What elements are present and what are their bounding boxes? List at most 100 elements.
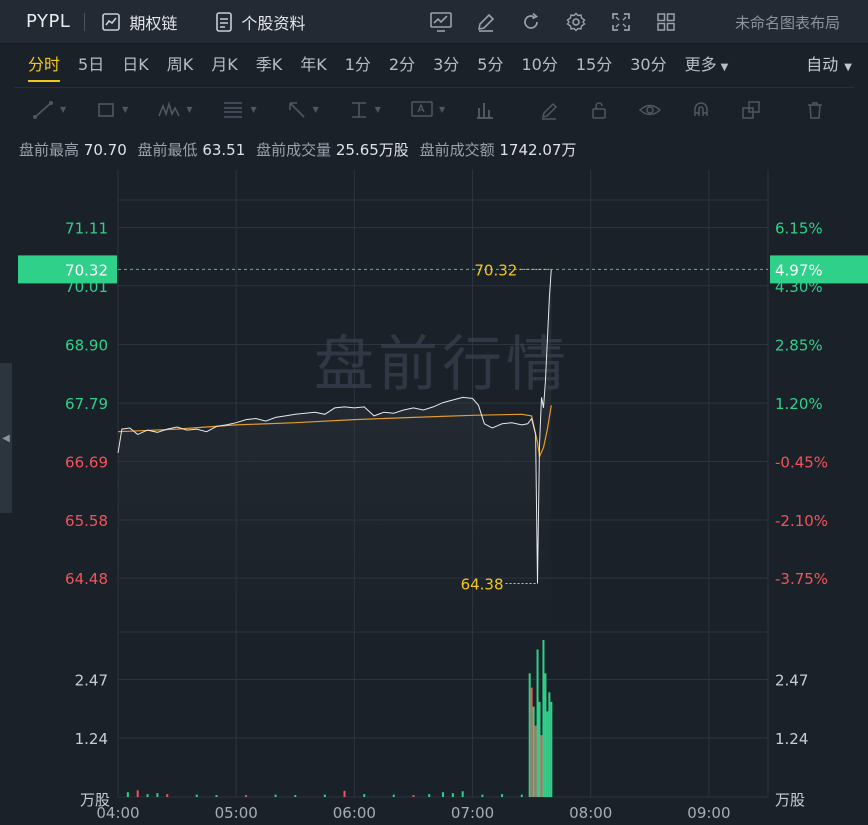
timeframe-tab[interactable]: 分时 <box>28 44 61 86</box>
volume-bar <box>501 794 504 797</box>
wave-pattern-icon <box>158 100 181 117</box>
timeframe-tab[interactable]: 月K <box>211 44 238 86</box>
volume-bar <box>363 794 366 797</box>
text-note-icon <box>411 100 433 117</box>
timeframe-tab-label: 2分 <box>388 55 416 74</box>
eye-icon <box>639 104 662 115</box>
volume-bar <box>520 794 523 797</box>
scale-mode-label: 自动 <box>806 55 839 74</box>
scale-mode-dropdown[interactable]: 自动 ▼ <box>806 44 852 86</box>
timeframe-tab-label: 年K <box>300 55 327 74</box>
timeframe-tab-label: 分时 <box>28 55 61 74</box>
text-tool[interactable]: ▼ <box>411 100 445 120</box>
volume-tick-label: 1.24 <box>75 730 108 748</box>
current-pct-tag: 4.97% <box>775 261 823 279</box>
measure-icon <box>351 101 366 118</box>
timeframe-tab[interactable]: 更多 ▼ <box>685 44 729 86</box>
top-toolbar <box>430 0 700 44</box>
fibonacci-icon <box>224 101 243 118</box>
timeframe-tab-label: 30分 <box>630 55 667 74</box>
arrow-tool[interactable]: ▼ <box>287 100 319 120</box>
timeframe-tab[interactable]: 1分 <box>345 44 371 86</box>
chart-grid <box>117 170 769 798</box>
lock-tool[interactable] <box>589 100 609 120</box>
price-area-fill <box>118 269 552 630</box>
rectangle-icon <box>98 102 114 117</box>
average-price-line <box>117 405 552 459</box>
trash-icon <box>808 101 823 119</box>
volume-bar <box>146 794 149 797</box>
delete-tool[interactable] <box>805 100 825 120</box>
timeframe-tab[interactable]: 10分 <box>521 44 557 86</box>
clone-tool[interactable] <box>741 100 761 120</box>
volume-bar <box>156 793 159 797</box>
percent-tick-label: 6.15% <box>775 220 823 238</box>
price-tick-label: 71.11 <box>65 220 108 238</box>
indicator-chart-icon[interactable] <box>430 11 452 33</box>
bar-pattern-tool[interactable] <box>475 100 495 120</box>
timeframe-tab[interactable]: 3分 <box>433 44 459 86</box>
volume-bar <box>481 794 484 797</box>
timeframe-tab-label: 季K <box>255 55 283 74</box>
draw-pen-icon[interactable] <box>475 11 497 33</box>
price-tick-label: 66.69 <box>65 453 108 471</box>
chevron-left-icon: ◀ <box>2 432 10 444</box>
volume-unit-label: 万股 <box>775 791 805 809</box>
options-chain-button[interactable]: 期权链 <box>101 10 177 34</box>
volume-bar <box>550 701 553 797</box>
price-tick-label: 65.58 <box>65 512 108 530</box>
timeframe-tab[interactable]: 周K <box>167 44 194 86</box>
chart-layout-name[interactable]: 未命名图表布局 <box>735 12 840 33</box>
wave-pattern-tool[interactable]: ▼ <box>158 100 192 120</box>
magnet-tool[interactable] <box>691 100 711 120</box>
grid-layout-icon[interactable] <box>655 11 677 33</box>
premarket-high-label: 盘前最高 <box>19 141 80 159</box>
price-tick-label: 67.79 <box>65 395 108 413</box>
volume-bar <box>536 649 539 797</box>
time-tick-label: 07:00 <box>451 804 494 822</box>
visibility-tool[interactable] <box>639 100 662 120</box>
volume-bar <box>538 701 541 797</box>
time-tick-label: 08:00 <box>569 804 612 822</box>
brush-tool[interactable] <box>539 100 559 120</box>
lock-icon <box>592 101 606 119</box>
stock-profile-label: 个股资料 <box>241 13 306 33</box>
timeframe-tab[interactable]: 日K <box>122 44 149 86</box>
timeframe-tab[interactable]: 2分 <box>389 44 415 86</box>
timeframe-tab-label: 周K <box>166 55 194 74</box>
volume-unit-label: 万股 <box>80 791 110 809</box>
volume-bar <box>274 794 277 797</box>
fibonacci-tool[interactable]: ▼ <box>222 100 257 120</box>
trend-line-tool[interactable]: ▼ <box>32 100 66 120</box>
timeframe-tab-label: 5分 <box>477 55 504 74</box>
percent-tick-label: 2.85% <box>775 336 823 354</box>
volume-bar <box>392 794 395 797</box>
divider <box>84 12 86 31</box>
fullscreen-icon[interactable] <box>610 11 632 33</box>
timeframe-tab[interactable]: 年K <box>300 44 327 86</box>
premarket-turnover-value: 1742.07万 <box>499 141 577 159</box>
refresh-icon[interactable] <box>520 11 542 33</box>
timeframe-tab[interactable]: 30分 <box>630 44 666 86</box>
volume-bar <box>136 790 139 797</box>
bar-pattern-icon <box>477 102 494 119</box>
time-tick-label: 09:00 <box>687 804 730 822</box>
ticker-symbol: PYPL <box>26 11 71 32</box>
volume-bar <box>544 673 547 797</box>
time-tick-label: 06:00 <box>333 804 376 822</box>
price-markers: 70.32 4.97% 70.32 64.38 <box>18 255 868 593</box>
trend-line-icon <box>33 100 53 119</box>
side-panel-toggle[interactable]: ◀ <box>0 363 12 513</box>
timeframe-tab-label: 1分 <box>344 55 371 74</box>
measure-tool[interactable]: ▼ <box>349 100 381 120</box>
stock-profile-button[interactable]: 个股资料 <box>215 10 305 34</box>
timeframe-tab[interactable]: 5日 <box>78 44 104 86</box>
timeframe-tab-label: 10分 <box>521 55 558 74</box>
timeframe-tab[interactable]: 15分 <box>576 44 612 86</box>
volume-bar <box>428 794 431 797</box>
settings-gear-icon[interactable] <box>565 11 587 33</box>
rectangle-tool[interactable]: ▼ <box>96 100 128 120</box>
timeframe-tab-label: 3分 <box>433 55 460 74</box>
timeframe-tab[interactable]: 5分 <box>477 44 503 86</box>
timeframe-tab[interactable]: 季K <box>256 44 283 86</box>
